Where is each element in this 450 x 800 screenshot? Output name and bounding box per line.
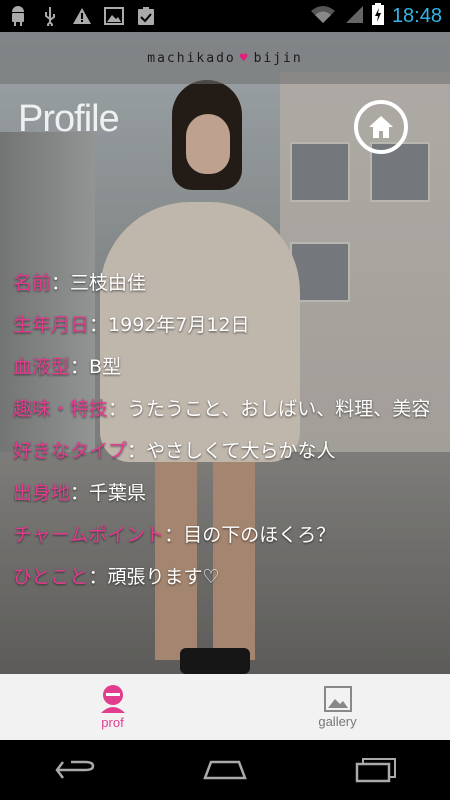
profile-value: 三枝由佳: [70, 272, 147, 294]
profile-key: 血液型: [13, 356, 71, 378]
profile-value: B型: [89, 356, 122, 378]
profile-row-message: ひとこと：頑張ります♡: [13, 566, 220, 588]
profile-key: ひとこと: [13, 566, 89, 588]
brand-name-right: bijin: [253, 50, 303, 66]
home-icon: [369, 116, 393, 138]
android-icon: [8, 6, 28, 26]
home-button[interactable]: [354, 100, 408, 154]
brand-logo-bar: machikado ♥ bijin: [0, 32, 450, 84]
back-button[interactable]: [45, 750, 105, 790]
home-nav-icon: [203, 760, 247, 780]
navigation-bar: [0, 740, 450, 800]
clipboard-check-icon: [136, 6, 156, 26]
system-status: 18:48: [310, 3, 442, 29]
profile-row-hometown: 出身地：千葉県: [13, 482, 147, 504]
profile-row-birthday: 生年月日：1992年7月12日: [13, 314, 250, 336]
profile-key: 生年月日: [13, 314, 90, 336]
page-title: Profile: [18, 98, 120, 140]
profile-row-charm-point: チャームポイント：目の下のほくろ？: [13, 524, 336, 546]
person-icon: [100, 684, 125, 713]
profile-value: 頑張ります♡: [107, 566, 220, 588]
usb-icon: [40, 6, 60, 26]
heart-icon: ♥: [239, 50, 250, 66]
brand-name-left: machikado: [147, 50, 236, 66]
profile-row-blood-type: 血液型：B型: [13, 356, 122, 378]
wifi-icon: [310, 4, 336, 28]
profile-key: 趣味・特技: [13, 398, 109, 420]
tab-label: prof: [101, 714, 124, 730]
gallery-icon: [323, 685, 352, 712]
profile-value: 千葉県: [89, 482, 147, 504]
profile-row-name: 名前：三枝由佳: [13, 272, 147, 294]
profile-key: 好きなタイプ: [13, 440, 128, 462]
tab-gallery[interactable]: gallery: [225, 674, 450, 740]
warning-icon: [72, 6, 92, 26]
bottom-tab-bar: prof gallery: [0, 674, 450, 740]
profile-value: 目の下のほくろ？: [183, 524, 336, 546]
clock: 18:48: [391, 4, 442, 27]
tab-prof[interactable]: prof: [0, 674, 225, 740]
profile-row-hobbies: 趣味・特技：うたうこと、おしばい、料理、美容: [13, 398, 431, 420]
notification-icons: [8, 6, 156, 26]
recent-apps-icon: [355, 758, 396, 783]
profile-info: 名前：三枝由佳 生年月日：1992年7月12日 血液型：B型 趣味・特技：うたう…: [13, 262, 443, 598]
profile-value: うたうこと、おしばい、料理、美容: [127, 398, 431, 420]
signal-icon: [344, 4, 364, 28]
profile-key: チャームポイント: [13, 524, 165, 546]
profile-key: 名前: [13, 272, 52, 294]
profile-value: やさしくて大らかな人: [146, 440, 336, 462]
status-bar: 18:48: [0, 0, 450, 32]
home-nav-button[interactable]: [195, 750, 255, 790]
profile-key: 出身地: [13, 482, 71, 504]
recent-apps-button[interactable]: [345, 750, 405, 790]
battery-charging-icon: [371, 3, 384, 29]
tab-label: gallery: [318, 713, 357, 729]
profile-value: 1992年7月12日: [108, 314, 250, 336]
image-icon: [104, 6, 124, 26]
back-icon: [55, 760, 95, 779]
profile-row-ideal-type: 好きなタイプ：やさしくて大らかな人: [13, 440, 336, 462]
